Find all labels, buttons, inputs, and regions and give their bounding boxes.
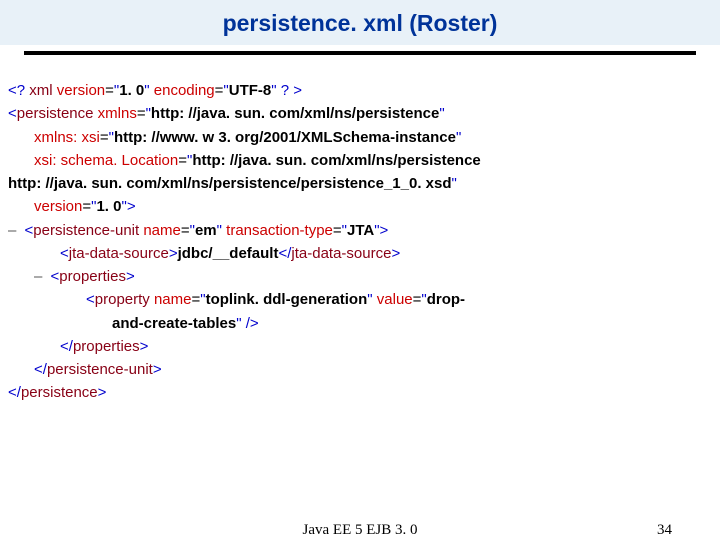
xmlns-xsi: xmlns: xsi="http: //www. w 3. org/2001/X… [8, 126, 712, 149]
slide-title: persistence. xml (Roster) [0, 10, 720, 37]
persistence-close: </persistence> [8, 381, 712, 404]
property-element: <property name="toplink. ddl-generation"… [8, 288, 712, 311]
properties-open: – <properties> [8, 265, 712, 288]
footer-center-text: Java EE 5 EJB 3. 0 [303, 522, 418, 539]
xml-code-block: <? xml version="1. 0" encoding="UTF-8" ?… [0, 55, 720, 405]
persistence-open: <persistence xmlns="http: //java. sun. c… [8, 102, 712, 125]
schema-location-1: xsi: schema. Location="http: //java. sun… [8, 149, 712, 172]
property-value-cont: and-create-tables" /> [8, 312, 712, 335]
persistence-unit-open: – <persistence-unit name="em" transactio… [8, 219, 712, 242]
slide-number: 34 [657, 522, 672, 539]
version-attr: version="1. 0"> [8, 195, 712, 218]
schema-location-2: http: //java. sun. com/xml/ns/persistenc… [8, 172, 712, 195]
jta-data-source: <jta-data-source>jdbc/__default</jta-dat… [8, 242, 712, 265]
slide: persistence. xml (Roster) <? xml version… [0, 0, 720, 540]
xml-declaration: <? xml version="1. 0" encoding="UTF-8" ?… [8, 79, 712, 102]
title-area: persistence. xml (Roster) [0, 0, 720, 45]
persistence-unit-close: </persistence-unit> [8, 358, 712, 381]
properties-close: </properties> [8, 335, 712, 358]
